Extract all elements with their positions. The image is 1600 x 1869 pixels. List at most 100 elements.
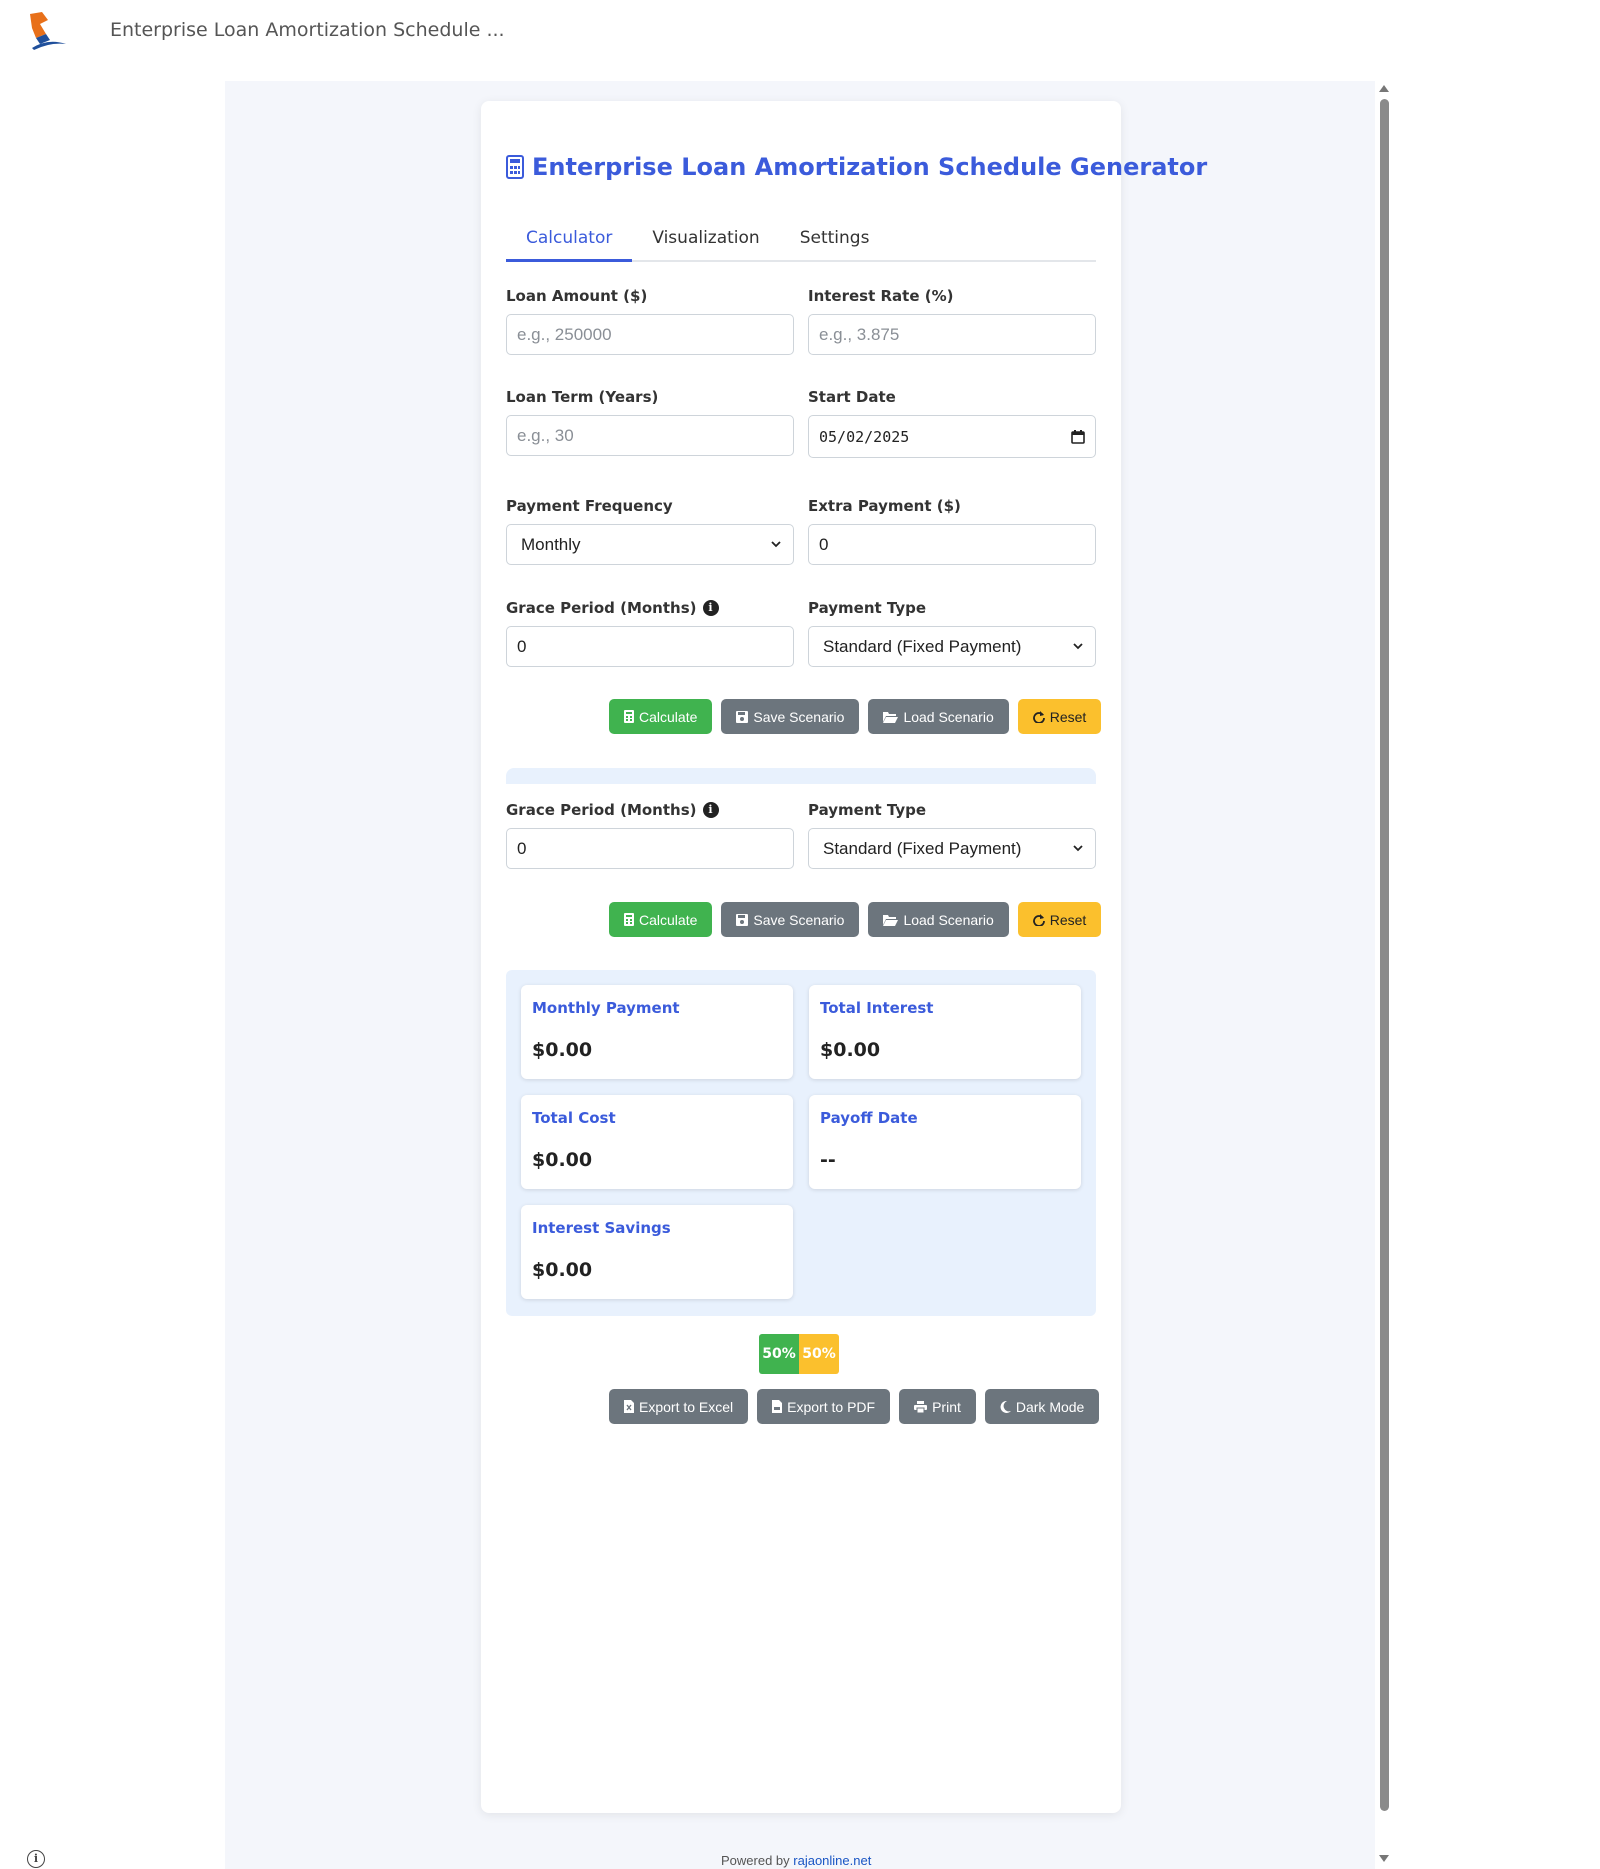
loan-term-input[interactable]: e.g., 30: [506, 415, 794, 456]
payment-frequency-value: Monthly: [521, 534, 581, 554]
calculator-card: Enterprise Loan Amortization Schedule Ge…: [481, 101, 1207, 1813]
load-scenario-label: Load Scenario: [903, 911, 994, 928]
payment-type-group: Payment Type Standard (Fixed Payment): [808, 598, 1096, 667]
scrollbar[interactable]: [1376, 81, 1392, 1869]
grace-period-label: Grace Period (Months): [506, 599, 697, 617]
footer: Powered by rajaonline.net: [721, 1853, 871, 1868]
page-info-icon[interactable]: i: [27, 1850, 45, 1868]
payment-type-select-2[interactable]: Standard (Fixed Payment): [808, 828, 1096, 869]
loan-amount-label: Loan Amount ($): [506, 287, 648, 305]
extra-payment-input[interactable]: 0: [808, 524, 1096, 565]
section-divider: [506, 768, 1096, 784]
tab-settings[interactable]: Settings: [780, 216, 890, 262]
loan-amount-group: Loan Amount ($) e.g., 250000: [506, 286, 794, 355]
interest-savings-card: Interest Savings $0.00: [521, 1205, 793, 1299]
tab-bar: Calculator Visualization Settings: [506, 216, 1096, 262]
redo-icon: [1032, 913, 1045, 926]
export-excel-label: Export to Excel: [639, 1398, 734, 1415]
extra-payment-label: Extra Payment ($): [808, 497, 961, 515]
grace-period-label-wrap-2: Grace Period (Months) i: [506, 800, 794, 820]
principal-interest-ratio-bar: 50% 50%: [759, 1334, 839, 1374]
page-title: Enterprise Loan Amortization Schedule Ge…: [506, 153, 1207, 181]
total-cost-card: Total Cost $0.00: [521, 1095, 793, 1189]
app-logo-icon: [26, 8, 70, 52]
grace-period-group-2: Grace Period (Months) i 0: [506, 800, 794, 869]
export-pdf-button[interactable]: Export to PDF: [757, 1389, 891, 1424]
grace-period-label: Grace Period (Months): [506, 801, 697, 819]
redo-icon: [1032, 710, 1045, 723]
print-label: Print: [932, 1398, 961, 1415]
action-buttons: Calculate Save Scenario Load Scenario Re…: [609, 699, 1102, 734]
interest-rate-label: Interest Rate (%): [808, 287, 954, 305]
dark-mode-label: Dark Mode: [1015, 1398, 1085, 1415]
grace-period-input-2[interactable]: 0: [506, 828, 794, 869]
calculator-icon: [506, 155, 524, 179]
tab-calculator[interactable]: Calculator: [506, 216, 633, 262]
reset-label: Reset: [1049, 708, 1087, 725]
dark-mode-button[interactable]: Dark Mode: [984, 1389, 1100, 1424]
start-date-input[interactable]: 05/02/2025: [808, 415, 1096, 458]
chevron-down-icon: [1073, 845, 1083, 852]
chevron-down-icon: [1073, 643, 1083, 650]
total-interest-value: $0.00: [820, 1039, 881, 1061]
info-icon[interactable]: i: [702, 802, 719, 818]
loan-term-label: Loan Term (Years): [506, 388, 659, 406]
save-icon: [736, 913, 749, 926]
tab-visualization[interactable]: Visualization: [632, 216, 779, 262]
results-panel: Monthly Payment $0.00 Total Interest $0.…: [506, 970, 1096, 1316]
payment-type-group-2: Payment Type Standard (Fixed Payment): [808, 800, 1096, 869]
action-buttons-2: Calculate Save Scenario Load Scenario Re…: [609, 902, 1102, 937]
file-excel-icon: [624, 1400, 634, 1413]
interest-rate-input[interactable]: e.g., 3.875: [808, 314, 1096, 355]
export-buttons: Export to Excel Export to PDF Print Dark…: [609, 1389, 1100, 1424]
save-scenario-label: Save Scenario: [753, 911, 845, 928]
payment-type-label: Payment Type: [808, 801, 927, 819]
payment-type-label: Payment Type: [808, 599, 927, 617]
reset-button[interactable]: Reset: [1017, 902, 1102, 937]
total-cost-label: Total Cost: [532, 1109, 616, 1127]
scroll-up-arrow-icon[interactable]: [1379, 85, 1389, 92]
save-scenario-label: Save Scenario: [753, 708, 845, 725]
payoff-date-label: Payoff Date: [820, 1109, 918, 1127]
calculate-label: Calculate: [639, 911, 698, 928]
grace-period-input[interactable]: 0: [506, 626, 794, 667]
page-title-text: Enterprise Loan Amortization Schedule Ge…: [532, 153, 1208, 181]
payment-type-select[interactable]: Standard (Fixed Payment): [808, 626, 1096, 667]
save-scenario-button[interactable]: Save Scenario: [721, 902, 860, 937]
scroll-down-arrow-icon[interactable]: [1379, 1855, 1389, 1862]
print-icon: [914, 1400, 928, 1413]
file-pdf-icon: [772, 1400, 783, 1413]
app-title: Enterprise Loan Amortization Schedule ..…: [110, 19, 505, 41]
extra-payment-group: Extra Payment ($) 0: [808, 496, 1096, 565]
calculator-icon: [624, 913, 634, 926]
export-excel-button[interactable]: Export to Excel: [609, 1389, 749, 1424]
calculate-button[interactable]: Calculate: [609, 699, 713, 734]
interest-rate-group: Interest Rate (%) e.g., 3.875: [808, 286, 1096, 355]
reset-button[interactable]: Reset: [1017, 699, 1102, 734]
interest-segment: 50%: [799, 1334, 839, 1374]
interest-savings-label: Interest Savings: [532, 1219, 671, 1237]
total-interest-card: Total Interest $0.00: [809, 985, 1081, 1079]
payment-frequency-select[interactable]: Monthly: [506, 524, 794, 565]
load-scenario-button[interactable]: Load Scenario: [868, 902, 1009, 937]
monthly-payment-card: Monthly Payment $0.00: [521, 985, 793, 1079]
chevron-down-icon: [771, 541, 781, 548]
total-interest-label: Total Interest: [820, 999, 934, 1017]
start-date-value: 05/02/2025: [819, 427, 910, 446]
info-icon[interactable]: i: [702, 600, 719, 616]
calculator-icon: [624, 710, 634, 723]
payment-type-value: Standard (Fixed Payment): [823, 838, 1022, 858]
export-pdf-label: Export to PDF: [787, 1398, 876, 1415]
footer-link[interactable]: rajaonline.net: [793, 1853, 871, 1868]
load-scenario-label: Load Scenario: [903, 708, 994, 725]
calculate-button[interactable]: Calculate: [609, 902, 713, 937]
load-scenario-button[interactable]: Load Scenario: [868, 699, 1009, 734]
scroll-thumb[interactable]: [1380, 99, 1389, 1811]
monthly-payment-label: Monthly Payment: [532, 999, 680, 1017]
save-icon: [736, 710, 749, 723]
payment-frequency-group: Payment Frequency Monthly: [506, 496, 794, 565]
calendar-icon[interactable]: [1071, 429, 1085, 444]
print-button[interactable]: Print: [899, 1389, 976, 1424]
loan-amount-input[interactable]: e.g., 250000: [506, 314, 794, 355]
save-scenario-button[interactable]: Save Scenario: [721, 699, 860, 734]
